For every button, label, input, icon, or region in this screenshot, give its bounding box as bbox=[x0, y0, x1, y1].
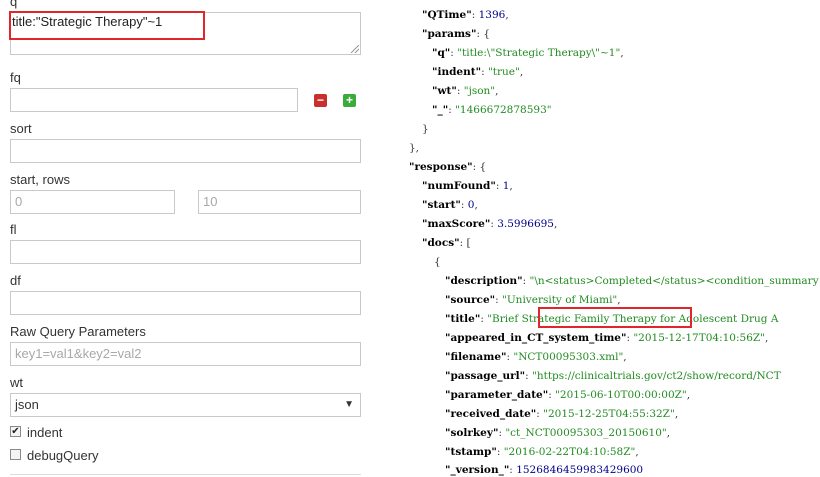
wt-select[interactable]: json ▼ bbox=[10, 393, 361, 417]
df-input[interactable] bbox=[10, 291, 361, 315]
start-rows-label: start, rows bbox=[10, 172, 70, 187]
json-line: "solrkey": "ct_NCT00095303_20150610", bbox=[445, 427, 671, 439]
json-line: "_": "1466672878593" bbox=[432, 104, 552, 116]
plus-icon: + bbox=[345, 93, 353, 107]
json-line: "appeared_in_CT_system_time": "2015-12-1… bbox=[445, 332, 769, 344]
rows-input[interactable]: 10 bbox=[198, 190, 361, 214]
indent-label: indent bbox=[27, 425, 63, 440]
checkmark-icon: ✔ bbox=[11, 426, 20, 437]
debug-query-checkbox[interactable] bbox=[10, 449, 21, 460]
json-line: "start": 0, bbox=[422, 199, 478, 211]
json-line: "parameter_date": "2015-06-10T00:00:00Z"… bbox=[445, 389, 691, 401]
q-label: q bbox=[10, 0, 18, 9]
fq-input[interactable] bbox=[10, 88, 298, 112]
dropdown-arrow-icon: ▼ bbox=[344, 399, 354, 410]
fq-label: fq bbox=[10, 70, 21, 85]
json-line: "received_date": "2015-12-25T04:55:32Z", bbox=[445, 408, 679, 420]
indent-checkbox[interactable]: ✔ bbox=[10, 426, 21, 437]
form-divider bbox=[10, 474, 361, 475]
json-line: "numFound": 1, bbox=[422, 180, 513, 192]
json-line: "passage_url": "https://clinicaltrials.g… bbox=[445, 370, 781, 382]
resize-handle-icon[interactable] bbox=[351, 45, 359, 53]
json-line: "indent": "true", bbox=[432, 66, 524, 78]
raw-query-input[interactable]: key1=val1&key2=val2 bbox=[10, 342, 361, 366]
title-highlight-box bbox=[538, 307, 692, 328]
wt-select-value: json bbox=[15, 397, 39, 412]
sort-label: sort bbox=[10, 121, 32, 136]
json-line: "tstamp": "2016-02-22T04:10:58Z", bbox=[445, 446, 639, 458]
json-line: "response": { bbox=[409, 161, 487, 173]
fl-input[interactable] bbox=[10, 240, 361, 264]
add-fq-button[interactable]: + bbox=[343, 94, 356, 107]
debug-query-label: debugQuery bbox=[27, 448, 99, 463]
json-line: "source": "University of Miami", bbox=[445, 294, 621, 306]
df-label: df bbox=[10, 273, 21, 288]
json-line: }, bbox=[409, 142, 420, 154]
start-input[interactable]: 0 bbox=[10, 190, 175, 214]
wt-label: wt bbox=[10, 375, 23, 390]
fl-label: fl bbox=[10, 222, 17, 237]
minus-icon: − bbox=[316, 93, 324, 107]
json-line: "description": "\n<status>Completed</sta… bbox=[445, 275, 819, 287]
json-line: "docs": [ bbox=[422, 237, 471, 249]
json-line: "params": { bbox=[422, 28, 491, 40]
json-line: "maxScore": 3.5996695, bbox=[422, 218, 558, 230]
json-line: "wt": "json", bbox=[432, 85, 499, 97]
json-line: "filename": "NCT00095303.xml", bbox=[445, 351, 627, 363]
json-line: } bbox=[422, 123, 429, 135]
query-form: q title:"Strategic Therapy"~1 fq − + sor… bbox=[0, 0, 375, 477]
json-line: "QTime": 1396, bbox=[422, 9, 509, 21]
raw-query-label: Raw Query Parameters bbox=[10, 324, 146, 339]
json-line: "_version_": 1526846459983429600 bbox=[445, 464, 644, 476]
sort-input[interactable] bbox=[10, 139, 361, 163]
response-json-panel: "QTime": 1396, "params": { "q": "title:\… bbox=[375, 0, 820, 477]
remove-fq-button[interactable]: − bbox=[314, 94, 327, 107]
json-line: { bbox=[434, 256, 441, 268]
json-line: "q": "title:\"Strategic Therapy\"~1", bbox=[432, 47, 624, 59]
q-highlight-box bbox=[9, 11, 205, 40]
